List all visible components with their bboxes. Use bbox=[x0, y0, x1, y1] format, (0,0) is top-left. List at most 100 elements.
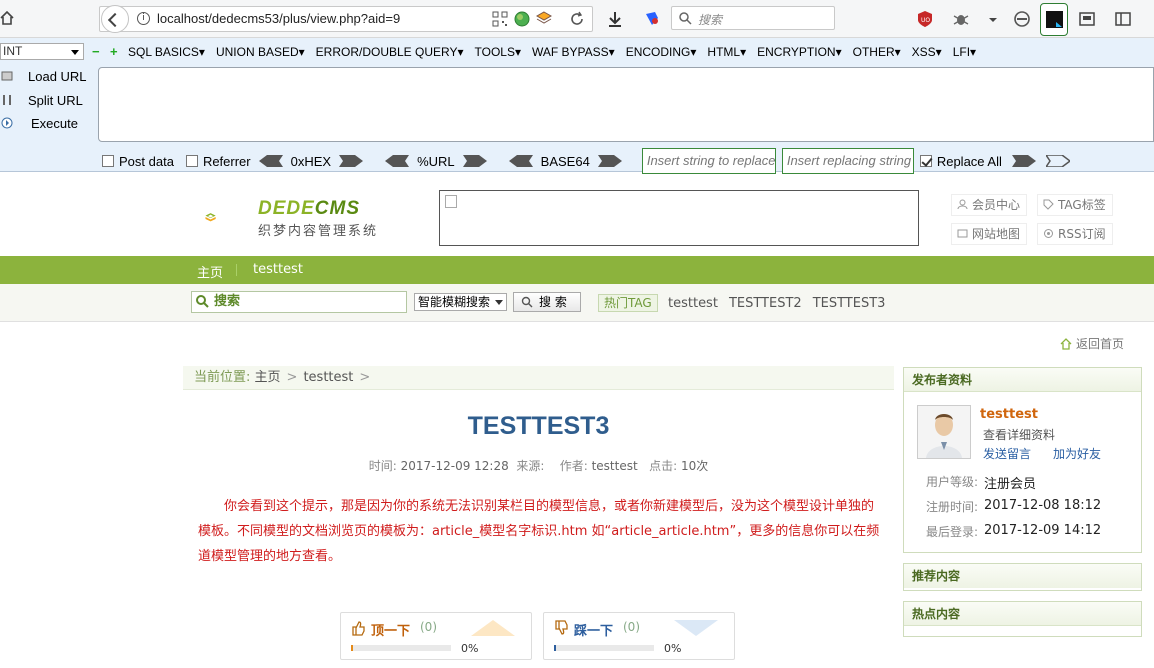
member-center-label: 会员中心 bbox=[972, 198, 1021, 212]
tag-link[interactable]: TAG标签 bbox=[1037, 194, 1113, 216]
split-url-button[interactable]: Split URL bbox=[0, 91, 92, 111]
menu-encryption[interactable]: ENCRYPTION▾ bbox=[757, 45, 841, 59]
vote-down-bar bbox=[554, 645, 654, 651]
hex-decode-arrow-icon[interactable] bbox=[258, 155, 283, 167]
reg-time: 2017-12-08 18:12 bbox=[984, 498, 1102, 513]
ad-banner[interactable] bbox=[439, 190, 919, 246]
publisher-username[interactable]: testtest bbox=[980, 407, 1038, 422]
url-text[interactable]: localhost/dedecms53/plus/view.php?aid=9 bbox=[157, 11, 400, 26]
post-data-checkbox[interactable] bbox=[102, 155, 114, 167]
hot-tag-item[interactable]: TESTTEST3 bbox=[813, 296, 886, 311]
replace-all-checkbox[interactable] bbox=[919, 155, 932, 167]
active-extension-button[interactable] bbox=[1040, 3, 1068, 36]
ublock-icon[interactable]: UO bbox=[916, 10, 934, 28]
referrer-label[interactable]: Referrer bbox=[203, 154, 251, 169]
up-arrow-icon bbox=[471, 620, 515, 636]
site-search-input[interactable]: 搜索 bbox=[191, 291, 407, 313]
replace-arrow-icon[interactable] bbox=[1011, 155, 1036, 167]
search-icon bbox=[196, 295, 209, 308]
post-data-label[interactable]: Post data bbox=[119, 154, 174, 169]
download-icon[interactable] bbox=[606, 10, 624, 28]
replace-all-arrow-icon[interactable] bbox=[1045, 155, 1070, 167]
hex-encode-arrow-icon[interactable] bbox=[339, 155, 364, 167]
hackbar-type-select[interactable]: INT bbox=[0, 43, 84, 60]
menu-waf-bypass[interactable]: WAF BYPASS▾ bbox=[532, 45, 615, 59]
minus-icon[interactable]: − bbox=[92, 45, 102, 58]
back-home-link[interactable]: 返回首页 bbox=[1060, 335, 1124, 352]
menu-other[interactable]: OTHER▾ bbox=[853, 45, 901, 59]
rss-label: RSS订阅 bbox=[1058, 227, 1106, 241]
replace-all-label[interactable]: Replace All bbox=[937, 154, 1002, 169]
vote-up-percent: 0% bbox=[461, 642, 479, 655]
search-input-label: 搜索 bbox=[214, 294, 241, 309]
dedecms-logo-icon[interactable] bbox=[205, 196, 251, 240]
qr-code-icon[interactable] bbox=[492, 11, 508, 27]
article-title: TESTTEST3 bbox=[467, 412, 610, 440]
reload-icon[interactable] bbox=[569, 11, 585, 27]
menu-sql-basics[interactable]: SQL BASICS▾ bbox=[128, 45, 205, 59]
sitemap-link[interactable]: 网站地图 bbox=[951, 223, 1028, 245]
layers-icon[interactable] bbox=[536, 11, 552, 27]
sidebar-icon[interactable] bbox=[1114, 10, 1132, 28]
send-message-link[interactable]: 发送留言 bbox=[983, 445, 1031, 462]
nav-testtest[interactable]: testtest bbox=[253, 262, 303, 277]
home-icon[interactable] bbox=[0, 11, 14, 25]
chevron-down-icon[interactable] bbox=[984, 10, 1002, 28]
menu-tools[interactable]: TOOLS▾ bbox=[475, 45, 521, 59]
menu-encoding[interactable]: ENCODING▾ bbox=[626, 45, 697, 59]
referrer-checkbox[interactable] bbox=[185, 155, 198, 167]
svg-text:UO: UO bbox=[921, 17, 930, 24]
search-icon bbox=[521, 296, 533, 308]
menu-error-double-query[interactable]: ERROR/DOUBLE QUERY▾ bbox=[316, 45, 464, 59]
vote-down-label: 踩一下 bbox=[574, 624, 614, 639]
view-profile-link[interactable]: 查看详细资料 bbox=[983, 426, 1055, 443]
bug-icon[interactable] bbox=[952, 10, 970, 28]
main-nav: 主页 testtest bbox=[0, 256, 1154, 284]
hot-tag-item[interactable]: testtest bbox=[668, 296, 718, 311]
hackbar-menu: − + SQL BASICS▾ UNION BASED▾ ERROR/DOUBL… bbox=[92, 45, 987, 59]
level-label: 用户等级: bbox=[926, 475, 979, 489]
add-friend-link[interactable]: 加为好友 bbox=[1053, 445, 1101, 462]
vote-down-box[interactable]: 踩一下 (0) 0% bbox=[543, 612, 735, 660]
bookmark-icon[interactable] bbox=[643, 10, 661, 28]
screenshot-icon[interactable] bbox=[1078, 10, 1096, 28]
url-decode-arrow-icon[interactable] bbox=[385, 155, 410, 167]
replace-from-input[interactable]: Insert string to replace bbox=[641, 148, 776, 174]
hot-tag-item[interactable]: TESTTEST2 bbox=[729, 296, 802, 311]
logo-text[interactable]: DEDECMS bbox=[258, 198, 360, 220]
breadcrumb-label: 当前位置: bbox=[194, 370, 251, 385]
last-login-row: 最后登录: 2017-12-09 14:12 bbox=[926, 523, 1101, 540]
nav-home[interactable]: 主页 bbox=[197, 262, 223, 281]
menu-xss[interactable]: XSS▾ bbox=[912, 45, 942, 59]
vote-down-fill bbox=[554, 645, 556, 651]
vote-up-box[interactable]: 顶一下 (0) 0% bbox=[340, 612, 532, 660]
menu-lfi[interactable]: LFI▾ bbox=[953, 45, 976, 59]
url-encode-arrow-icon[interactable] bbox=[462, 155, 487, 167]
globe-icon[interactable] bbox=[514, 11, 530, 27]
menu-html[interactable]: HTML▾ bbox=[707, 45, 746, 59]
base64-decode-arrow-icon[interactable] bbox=[508, 155, 533, 167]
broken-image-icon bbox=[445, 195, 457, 208]
avatar[interactable] bbox=[917, 405, 971, 459]
breadcrumb-testtest[interactable]: testtest bbox=[303, 370, 353, 385]
logo-subtitle: 织梦内容管理系统 bbox=[258, 224, 379, 239]
reg-time-label: 注册时间: bbox=[926, 500, 979, 514]
extension-icon[interactable] bbox=[1013, 10, 1031, 28]
plus-icon[interactable]: + bbox=[110, 45, 120, 58]
execute-label: Execute bbox=[31, 116, 78, 131]
search-button[interactable]: 搜 索 bbox=[513, 292, 581, 312]
rss-link[interactable]: RSS订阅 bbox=[1037, 223, 1113, 245]
load-url-button[interactable]: Load URL bbox=[0, 67, 92, 87]
replace-to-input[interactable]: Insert replacing string bbox=[781, 148, 914, 174]
breadcrumb-home[interactable]: 主页 bbox=[255, 370, 281, 385]
browser-search-input[interactable]: 搜索 bbox=[671, 6, 835, 30]
member-center-link[interactable]: 会员中心 bbox=[951, 194, 1028, 216]
execute-button[interactable]: Execute bbox=[0, 114, 92, 134]
menu-union-based[interactable]: UNION BASED▾ bbox=[216, 45, 305, 59]
search-mode-select[interactable]: 智能模糊搜索 bbox=[414, 293, 507, 311]
hackbar-url-textarea[interactable] bbox=[98, 67, 1154, 142]
back-button[interactable] bbox=[101, 5, 129, 33]
back-home-label: 返回首页 bbox=[1076, 337, 1125, 351]
info-icon[interactable]: i bbox=[137, 12, 150, 25]
base64-encode-arrow-icon[interactable] bbox=[597, 155, 622, 167]
